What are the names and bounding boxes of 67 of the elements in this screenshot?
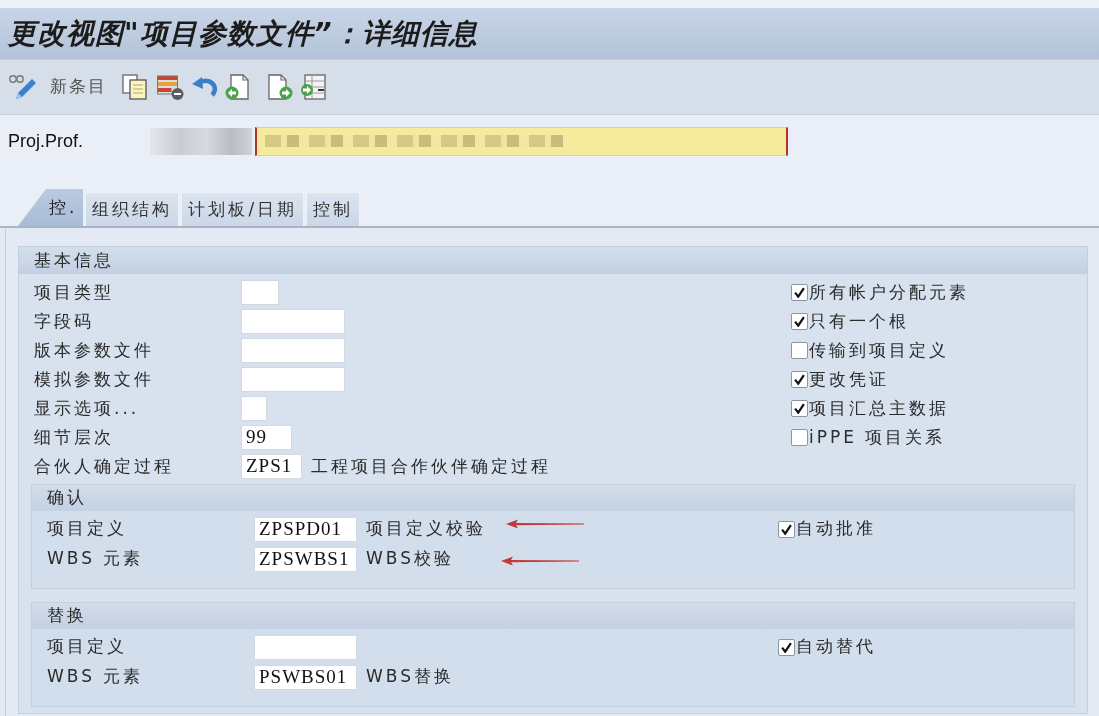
- checkbox[interactable]: [791, 371, 808, 388]
- group-header: 替换: [32, 603, 1074, 629]
- checkbox-label: 自动替代: [796, 635, 876, 659]
- left-arrow-icon: [506, 519, 584, 530]
- input-field[interactable]: PSWBS01: [254, 664, 357, 690]
- document-right-arrow-icon[interactable]: [266, 73, 294, 101]
- field-description: WBS校验: [366, 547, 454, 571]
- field-label: 项目定义: [47, 635, 128, 659]
- group-header: 确认: [32, 485, 1074, 511]
- field-label: WBS 元素: [47, 547, 145, 571]
- input-field[interactable]: [241, 367, 345, 392]
- tab[interactable]: 控.: [18, 189, 84, 226]
- field-label: WBS 元素: [47, 665, 145, 689]
- checkbox[interactable]: [791, 400, 808, 417]
- input-field[interactable]: [255, 126, 788, 156]
- delete-rows-icon[interactable]: [154, 73, 185, 101]
- checkmark-icon: [794, 403, 805, 414]
- checkbox[interactable]: [778, 638, 795, 656]
- input-field[interactable]: ZPSPD01: [254, 516, 357, 542]
- field-label: 细节层次: [34, 425, 115, 449]
- copy-icon[interactable]: [121, 73, 149, 101]
- field-label: 字段码: [34, 309, 95, 333]
- input-field[interactable]: [254, 634, 357, 660]
- field-label: 合伙人确定过程: [34, 454, 175, 478]
- input-field[interactable]: [241, 280, 279, 305]
- tab[interactable]: 组织结构: [85, 192, 180, 226]
- checkbox[interactable]: [778, 520, 795, 538]
- checkbox-label: 所有帐户分配元素: [809, 280, 969, 304]
- checkmark-icon: [794, 287, 805, 298]
- left-arrow-icon: [501, 556, 579, 567]
- field-description: 工程项目合作伙伴确定过程: [311, 454, 551, 478]
- input-field[interactable]: ZPS1: [241, 454, 302, 479]
- input-field[interactable]: [241, 309, 345, 334]
- field-label: Proj.Prof.: [8, 129, 85, 153]
- checkbox[interactable]: [791, 313, 808, 330]
- tab[interactable]: 控制: [306, 192, 361, 226]
- window-title: 更改视图"项目参数文件”：详细信息: [8, 15, 478, 52]
- checkbox-label: 传输到项目定义: [809, 338, 949, 362]
- checkmark-icon: [781, 641, 792, 653]
- checkmark-icon: [794, 316, 805, 327]
- input-field[interactable]: [241, 338, 345, 363]
- field-label: 项目类型: [34, 280, 115, 304]
- checkbox-label: 只有一个根: [809, 309, 909, 333]
- checkbox-label: iPPE 项目关系: [809, 425, 946, 449]
- list-arrow-icon[interactable]: [299, 73, 327, 101]
- input-field[interactable]: 99: [241, 425, 292, 450]
- input-field[interactable]: ZPSWBS1: [254, 546, 357, 572]
- document-left-arrow-icon[interactable]: [223, 73, 251, 101]
- checkmark-icon: [781, 523, 792, 535]
- field-label: 版本参数文件: [34, 338, 155, 362]
- tab[interactable]: 计划板/日期: [181, 192, 305, 226]
- field-description: WBS替换: [366, 665, 454, 689]
- group-header: 基本信息: [19, 247, 1087, 274]
- field-label: 项目定义: [47, 517, 128, 541]
- field-label: 模拟参数文件: [34, 367, 155, 391]
- new-entry-button[interactable]: 新条目: [50, 74, 107, 100]
- checkbox-label: 自动批准: [796, 517, 876, 541]
- input-field[interactable]: [241, 396, 267, 421]
- checkbox[interactable]: [791, 284, 808, 301]
- checkmark-icon: [794, 374, 805, 385]
- glasses-pencil-icon[interactable]: [8, 72, 38, 102]
- checkbox-label: 项目汇总主数据: [809, 396, 949, 420]
- checkbox-label: 更改凭证: [809, 367, 889, 391]
- field-label: 显示选项...: [34, 396, 141, 420]
- field-description: 项目定义校验: [366, 517, 486, 541]
- checkbox[interactable]: [791, 342, 808, 359]
- checkbox[interactable]: [791, 429, 808, 446]
